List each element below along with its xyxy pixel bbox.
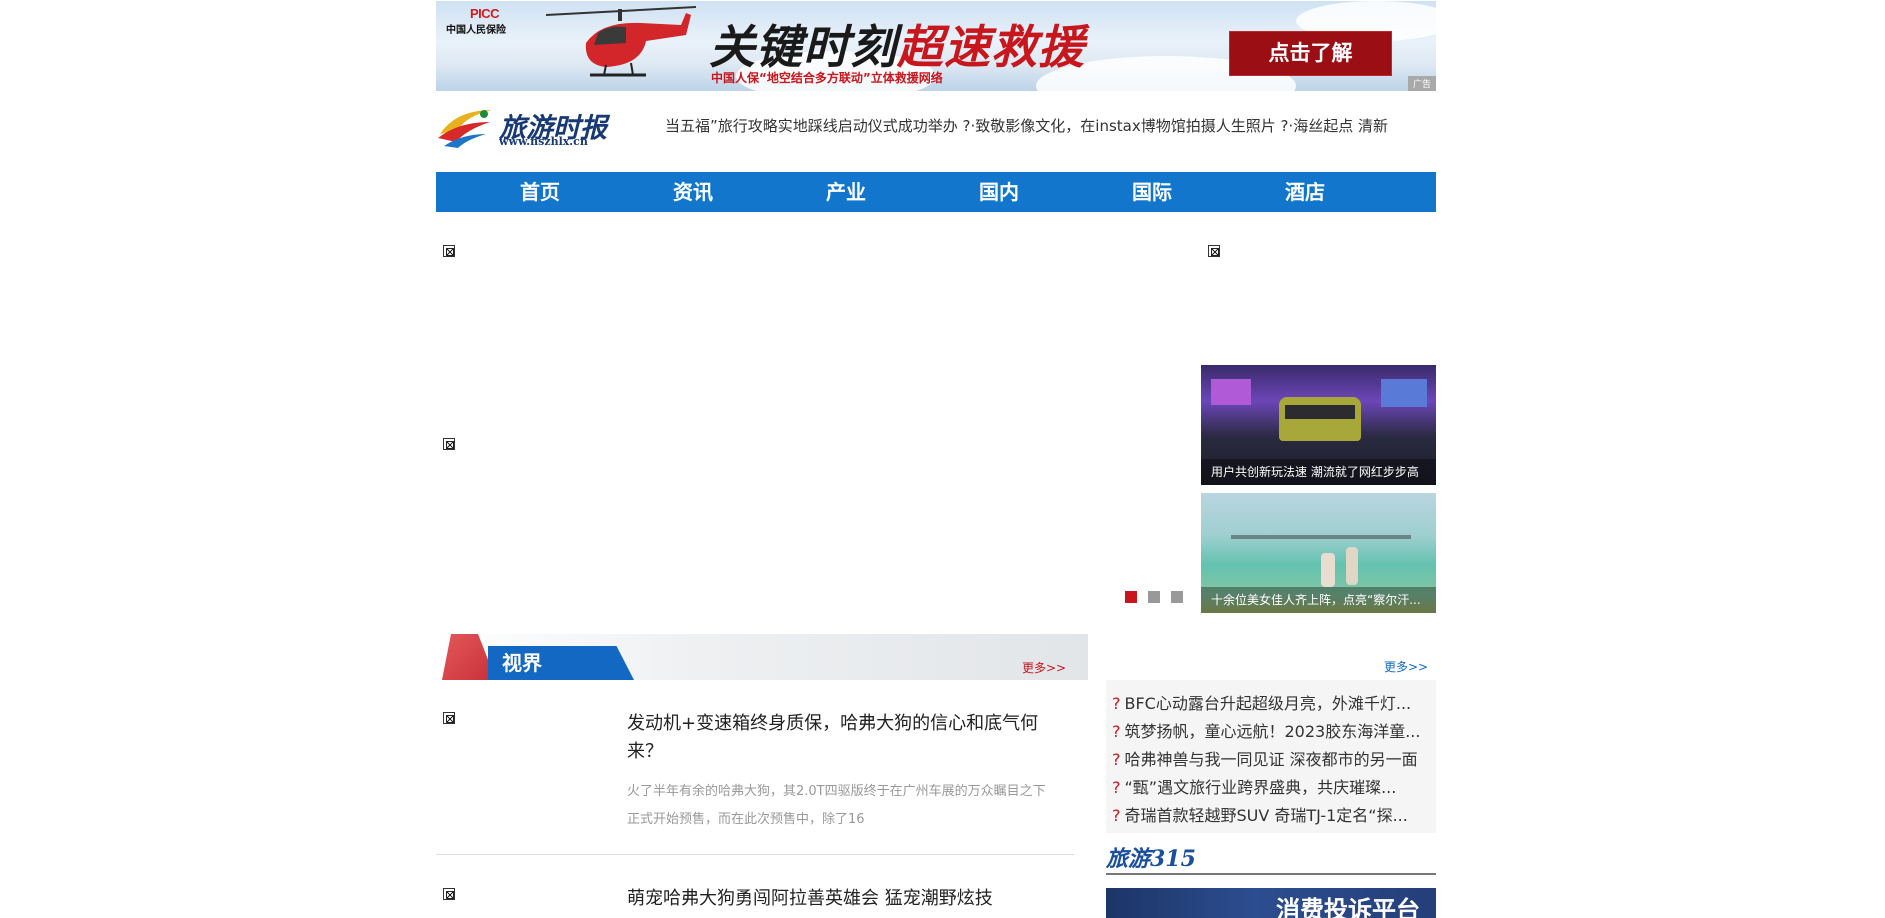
divider [436, 854, 1074, 855]
picc-logo: PICC 中国人民保险 [446, 6, 542, 36]
nav-item-domestic[interactable]: 国内 [979, 172, 1019, 212]
slider-dot-2[interactable] [1148, 591, 1160, 603]
picc-brand-sub: 中国人民保险 [446, 25, 506, 36]
helicopter-icon [546, 6, 696, 77]
broken-image-icon[interactable] [443, 888, 455, 900]
logo-url: www.nszhlx.cn [499, 135, 588, 148]
section-accent [442, 634, 496, 680]
bird-logo-icon [438, 110, 492, 148]
banner-cta-button[interactable]: 点击了解 [1229, 31, 1392, 76]
news-ticker[interactable]: 当五福”旅行攻略实地踩线启动仪式成功举办 ?·致敬影像文化，在instax博物馆… [665, 114, 1429, 138]
thumbnail-caption[interactable]: 十余位美女佳人齐上阵，点亮“察尔汗... [1201, 587, 1436, 613]
article-title[interactable]: 发动机+变速箱终身质保，哈弗大狗的信心和底气何来？ [627, 710, 1047, 766]
broken-image-icon[interactable] [1208, 245, 1220, 257]
thumbnail-2[interactable]: 十余位美女佳人齐上阵，点亮“察尔汗... [1201, 493, 1436, 613]
main-nav: 首页 资讯 产业 国内 国际 酒店 [436, 172, 1436, 212]
news-item[interactable]: ? “甄”遇文旅行业跨界盛典，共庆璀璨... [1112, 774, 1396, 798]
banner-slogan: 关键时刻超速救援 [709, 20, 1085, 74]
section-more-link[interactable]: 更多>> [1022, 659, 1066, 676]
complaint-platform-text: 消费投诉平台 [1276, 896, 1420, 918]
travel-315-header: 旅游315 [1106, 846, 1436, 875]
broken-image-icon[interactable] [443, 245, 455, 257]
complaint-platform-banner[interactable]: 消费投诉平台 [1106, 888, 1436, 918]
nav-item-industry[interactable]: 产业 [826, 172, 866, 212]
travel-315-title: 旅游315 [1106, 846, 1196, 872]
banner-subline: 中国人保“地空结合多方联动”立体救援网络 [711, 71, 943, 85]
news-item[interactable]: ? BFC心动露台升起超级月亮，外滩千灯... [1112, 690, 1411, 714]
news-item[interactable]: ? 筑梦扬帆，童心远航！2023胶东海洋童... [1112, 718, 1420, 742]
section-header: 视界 更多>> [436, 634, 1088, 680]
slider-dot-1[interactable] [1125, 591, 1137, 603]
nav-item-hotel[interactable]: 酒店 [1285, 172, 1325, 212]
slider-dot-3[interactable] [1171, 591, 1183, 603]
article-desc: 火了半年有余的哈弗大狗，其2.0T四驱版终于在广州车展的万众瞩目之下正式开始预售… [627, 784, 1046, 827]
nav-item-news[interactable]: 资讯 [673, 172, 713, 212]
broken-image-icon[interactable] [443, 712, 455, 724]
ad-tag: 广告 [1407, 76, 1436, 91]
news-list: ? BFC心动露台升起超级月亮，外滩千灯... ? 筑梦扬帆，童心远航！2023胶东… [1106, 680, 1436, 833]
nav-item-international[interactable]: 国际 [1132, 172, 1172, 212]
news-item[interactable]: ? 哈弗神兽与我一同见证 深夜都市的另一面 [1112, 746, 1418, 770]
top-banner-ad[interactable]: PICC 中国人民保险 关键时刻超速救援 中国人保“地空结合多方联动”立体救援网… [436, 1, 1436, 91]
site-logo[interactable]: 旅游时报 www.nszhlx.cn [436, 102, 616, 150]
nav-item-home[interactable]: 首页 [520, 172, 560, 212]
page-wrapper: PICC 中国人民保险 关键时刻超速救援 中国人保“地空结合多方联动”立体救援网… [436, 0, 1436, 918]
broken-image-icon[interactable] [443, 438, 455, 450]
thumbnail-caption[interactable]: 用户共创新玩法速 潮流就了网红步步高 [1201, 459, 1436, 485]
article-title[interactable]: 萌宠哈弗大狗勇闯阿拉善英雄会 猛宠潮野炫技 [627, 885, 1047, 913]
thumbnail-1[interactable]: 用户共创新玩法速 潮流就了网红步步高 [1201, 365, 1436, 485]
news-item[interactable]: ? 奇瑞首款轻越野SUV 奇瑞TJ-1定名“探... [1112, 802, 1408, 826]
news-more-link[interactable]: 更多>> [1384, 658, 1428, 675]
section-title: 视界 [488, 646, 634, 680]
picc-brand: PICC [470, 6, 500, 21]
